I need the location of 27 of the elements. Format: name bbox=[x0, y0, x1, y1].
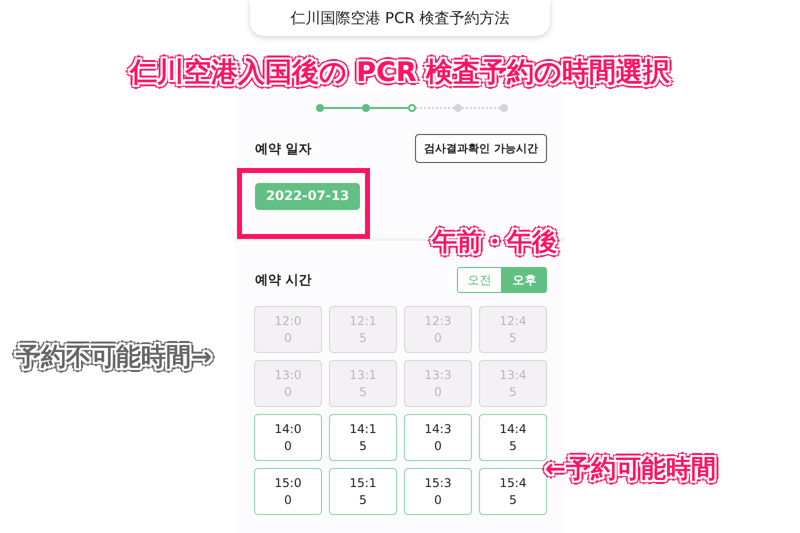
annotation-label: 予約不可能時間→ bbox=[16, 341, 212, 373]
time-slot[interactable]: 12:3 0 bbox=[404, 306, 472, 353]
time-slot[interactable]: 14:0 0 bbox=[254, 414, 322, 461]
result-time-button[interactable]: 검사결과확인 가능시간 bbox=[415, 134, 547, 163]
time-slot[interactable]: 13:4 5 bbox=[479, 360, 547, 407]
time-slot[interactable]: 13:3 0 bbox=[404, 360, 472, 407]
time-slot[interactable]: 12:1 5 bbox=[329, 306, 397, 353]
time-slot[interactable]: 15:4 5 bbox=[479, 468, 547, 515]
page-header: 仁川国際空港 PCR 検査予約方法 bbox=[250, 0, 550, 36]
time-slot[interactable]: 14:1 5 bbox=[329, 414, 397, 461]
period-toggle[interactable]: 오후 bbox=[502, 267, 547, 293]
headline: 仁川空港入国後の PCR 検査予約の時間選択 bbox=[130, 56, 670, 90]
time-slot[interactable]: 12:0 0 bbox=[254, 306, 322, 353]
time-slot[interactable]: 15:3 0 bbox=[404, 468, 472, 515]
time-slot[interactable]: 12:4 5 bbox=[479, 306, 547, 353]
annotation-label: 午前・午後 bbox=[432, 226, 557, 258]
annotation-label: ←予約可能時間 bbox=[545, 453, 716, 485]
date-button[interactable]: 2022-07-13 bbox=[255, 183, 360, 210]
time-slot[interactable]: 15:1 5 bbox=[329, 468, 397, 515]
time-slot[interactable]: 13:0 0 bbox=[254, 360, 322, 407]
section-label: 예약 일자 bbox=[255, 140, 312, 158]
time-slot[interactable]: 15:0 0 bbox=[254, 468, 322, 515]
time-slot[interactable]: 13:1 5 bbox=[329, 360, 397, 407]
period-toggle[interactable]: 오전 bbox=[457, 267, 502, 293]
time-slot[interactable]: 14:4 5 bbox=[479, 414, 547, 461]
time-slot[interactable]: 14:3 0 bbox=[404, 414, 472, 461]
section-label: 예약 시간 bbox=[255, 272, 312, 289]
